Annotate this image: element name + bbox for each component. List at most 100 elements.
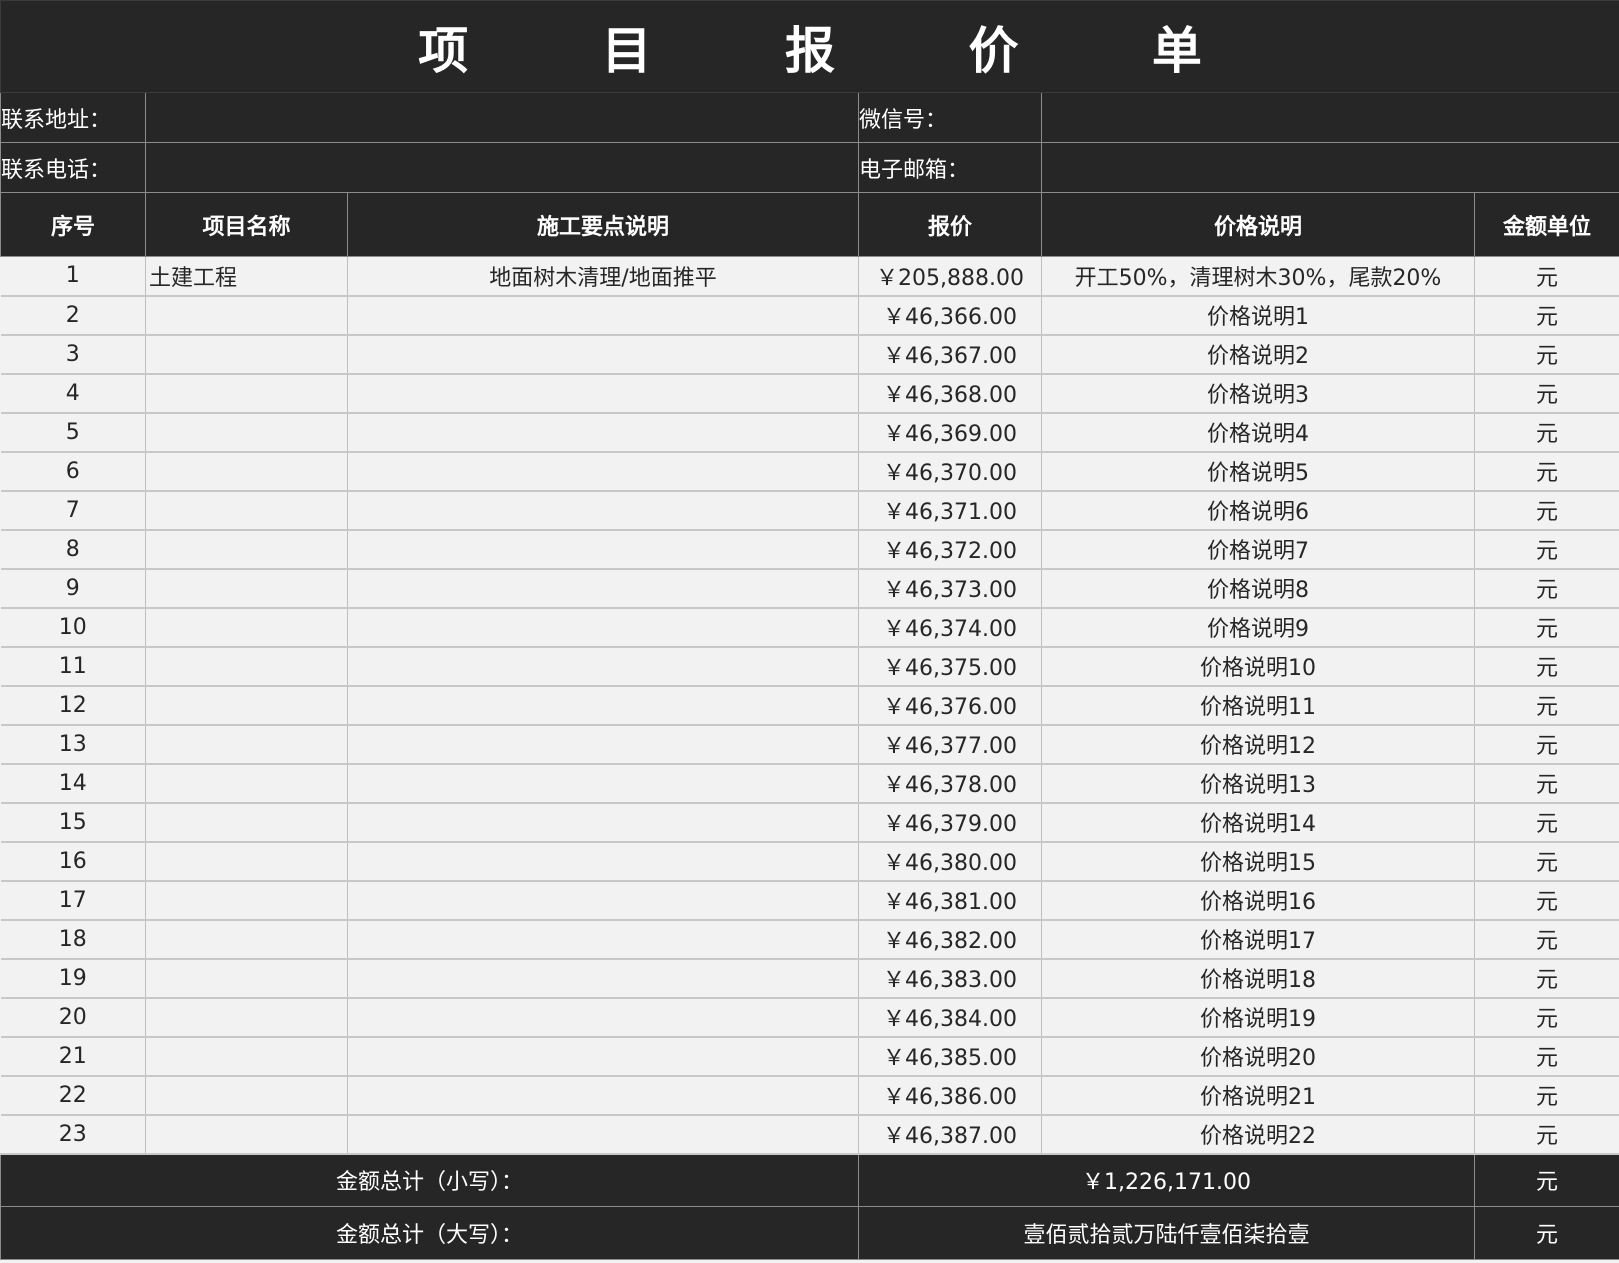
cell-no[interactable]: 20 xyxy=(0,997,146,1038)
cell-no[interactable]: 14 xyxy=(0,763,146,804)
total-big-unit[interactable]: 元 xyxy=(1473,1206,1619,1260)
cell-name[interactable] xyxy=(145,958,348,999)
cell-name[interactable] xyxy=(145,646,348,687)
cell-name[interactable] xyxy=(145,763,348,804)
cell-points[interactable] xyxy=(347,607,859,648)
cell-price[interactable]: ￥46,366.00 xyxy=(858,295,1042,336)
cell-no[interactable]: 11 xyxy=(0,646,146,687)
cell-price[interactable]: ￥46,382.00 xyxy=(858,919,1042,960)
cell-points[interactable] xyxy=(347,1075,859,1116)
cell-note[interactable]: 价格说明7 xyxy=(1041,529,1475,570)
cell-price[interactable]: ￥46,379.00 xyxy=(858,802,1042,843)
cell-name[interactable] xyxy=(145,880,348,921)
cell-name[interactable] xyxy=(145,685,348,726)
cell-no[interactable]: 15 xyxy=(0,802,146,843)
cell-points[interactable] xyxy=(347,412,859,453)
cell-unit[interactable]: 元 xyxy=(1474,724,1619,765)
cell-no[interactable]: 13 xyxy=(0,724,146,765)
cell-price[interactable]: ￥46,372.00 xyxy=(858,529,1042,570)
cell-unit[interactable]: 元 xyxy=(1474,880,1619,921)
cell-price[interactable]: ￥46,384.00 xyxy=(858,997,1042,1038)
cell-unit[interactable]: 元 xyxy=(1474,802,1619,843)
cell-no[interactable]: 17 xyxy=(0,880,146,921)
cell-name[interactable] xyxy=(145,1114,348,1155)
cell-price[interactable]: ￥46,369.00 xyxy=(858,412,1042,453)
cell-price[interactable]: ￥46,381.00 xyxy=(858,880,1042,921)
cell-no[interactable]: 10 xyxy=(0,607,146,648)
email-field[interactable] xyxy=(1040,142,1619,193)
cell-price[interactable]: ￥46,377.00 xyxy=(858,724,1042,765)
cell-name[interactable] xyxy=(145,373,348,414)
cell-name[interactable] xyxy=(145,334,348,375)
cell-unit[interactable]: 元 xyxy=(1474,841,1619,882)
cell-name[interactable] xyxy=(145,607,348,648)
cell-note[interactable]: 价格说明1 xyxy=(1041,295,1475,336)
cell-points[interactable] xyxy=(347,529,859,570)
cell-unit[interactable]: 元 xyxy=(1474,1036,1619,1077)
cell-points[interactable] xyxy=(347,724,859,765)
cell-points[interactable] xyxy=(347,880,859,921)
cell-name[interactable] xyxy=(145,568,348,609)
cell-no[interactable]: 19 xyxy=(0,958,146,999)
phone-field[interactable] xyxy=(145,142,859,193)
cell-no[interactable]: 23 xyxy=(0,1114,146,1155)
cell-note[interactable]: 价格说明18 xyxy=(1041,958,1475,999)
cell-note[interactable]: 价格说明5 xyxy=(1041,451,1475,492)
cell-unit[interactable]: 元 xyxy=(1474,607,1619,648)
cell-name[interactable] xyxy=(145,490,348,531)
cell-note[interactable]: 价格说明6 xyxy=(1041,490,1475,531)
cell-note[interactable]: 价格说明22 xyxy=(1041,1114,1475,1155)
cell-note[interactable]: 价格说明17 xyxy=(1041,919,1475,960)
cell-unit[interactable]: 元 xyxy=(1474,1114,1619,1155)
cell-name[interactable] xyxy=(145,451,348,492)
cell-no[interactable]: 7 xyxy=(0,490,146,531)
cell-unit[interactable]: 元 xyxy=(1474,997,1619,1038)
cell-no[interactable]: 9 xyxy=(0,568,146,609)
cell-unit[interactable]: 元 xyxy=(1474,334,1619,375)
cell-price[interactable]: ￥46,375.00 xyxy=(858,646,1042,687)
cell-points[interactable] xyxy=(347,334,859,375)
total-big-value[interactable]: 壹佰贰拾贰万陆仟壹佰柒拾壹 xyxy=(858,1206,1475,1260)
cell-note[interactable]: 价格说明4 xyxy=(1041,412,1475,453)
cell-name[interactable] xyxy=(145,1075,348,1116)
cell-unit[interactable]: 元 xyxy=(1474,646,1619,687)
cell-points[interactable] xyxy=(347,919,859,960)
cell-no[interactable]: 2 xyxy=(0,295,146,336)
cell-no[interactable]: 22 xyxy=(0,1075,146,1116)
cell-price[interactable]: ￥46,373.00 xyxy=(858,568,1042,609)
cell-note[interactable]: 价格说明8 xyxy=(1041,568,1475,609)
cell-points[interactable] xyxy=(347,373,859,414)
cell-no[interactable]: 12 xyxy=(0,685,146,726)
cell-points[interactable] xyxy=(347,451,859,492)
cell-name[interactable] xyxy=(145,1036,348,1077)
cell-name[interactable] xyxy=(145,802,348,843)
cell-note[interactable]: 价格说明20 xyxy=(1041,1036,1475,1077)
cell-points[interactable] xyxy=(347,685,859,726)
cell-unit[interactable]: 元 xyxy=(1474,490,1619,531)
cell-name[interactable] xyxy=(145,841,348,882)
cell-no[interactable]: 6 xyxy=(0,451,146,492)
cell-unit[interactable]: 元 xyxy=(1474,529,1619,570)
cell-note[interactable]: 价格说明14 xyxy=(1041,802,1475,843)
cell-points[interactable] xyxy=(347,490,859,531)
total-small-unit[interactable]: 元 xyxy=(1473,1153,1619,1207)
cell-price[interactable]: ￥46,370.00 xyxy=(858,451,1042,492)
cell-points[interactable] xyxy=(347,568,859,609)
cell-price[interactable]: ￥46,383.00 xyxy=(858,958,1042,999)
cell-price[interactable]: ￥46,374.00 xyxy=(858,607,1042,648)
cell-note[interactable]: 价格说明10 xyxy=(1041,646,1475,687)
cell-unit[interactable]: 元 xyxy=(1474,451,1619,492)
cell-no[interactable]: 4 xyxy=(0,373,146,414)
cell-name[interactable] xyxy=(145,997,348,1038)
cell-points[interactable] xyxy=(347,958,859,999)
cell-name[interactable] xyxy=(145,919,348,960)
cell-no[interactable]: 8 xyxy=(0,529,146,570)
cell-unit[interactable]: 元 xyxy=(1474,373,1619,414)
address-field[interactable] xyxy=(145,92,859,143)
cell-unit[interactable]: 元 xyxy=(1474,958,1619,999)
cell-price[interactable]: ￥46,386.00 xyxy=(858,1075,1042,1116)
cell-unit[interactable]: 元 xyxy=(1474,295,1619,336)
cell-name[interactable]: 土建工程 xyxy=(145,256,348,297)
cell-unit[interactable]: 元 xyxy=(1474,568,1619,609)
cell-unit[interactable]: 元 xyxy=(1474,763,1619,804)
